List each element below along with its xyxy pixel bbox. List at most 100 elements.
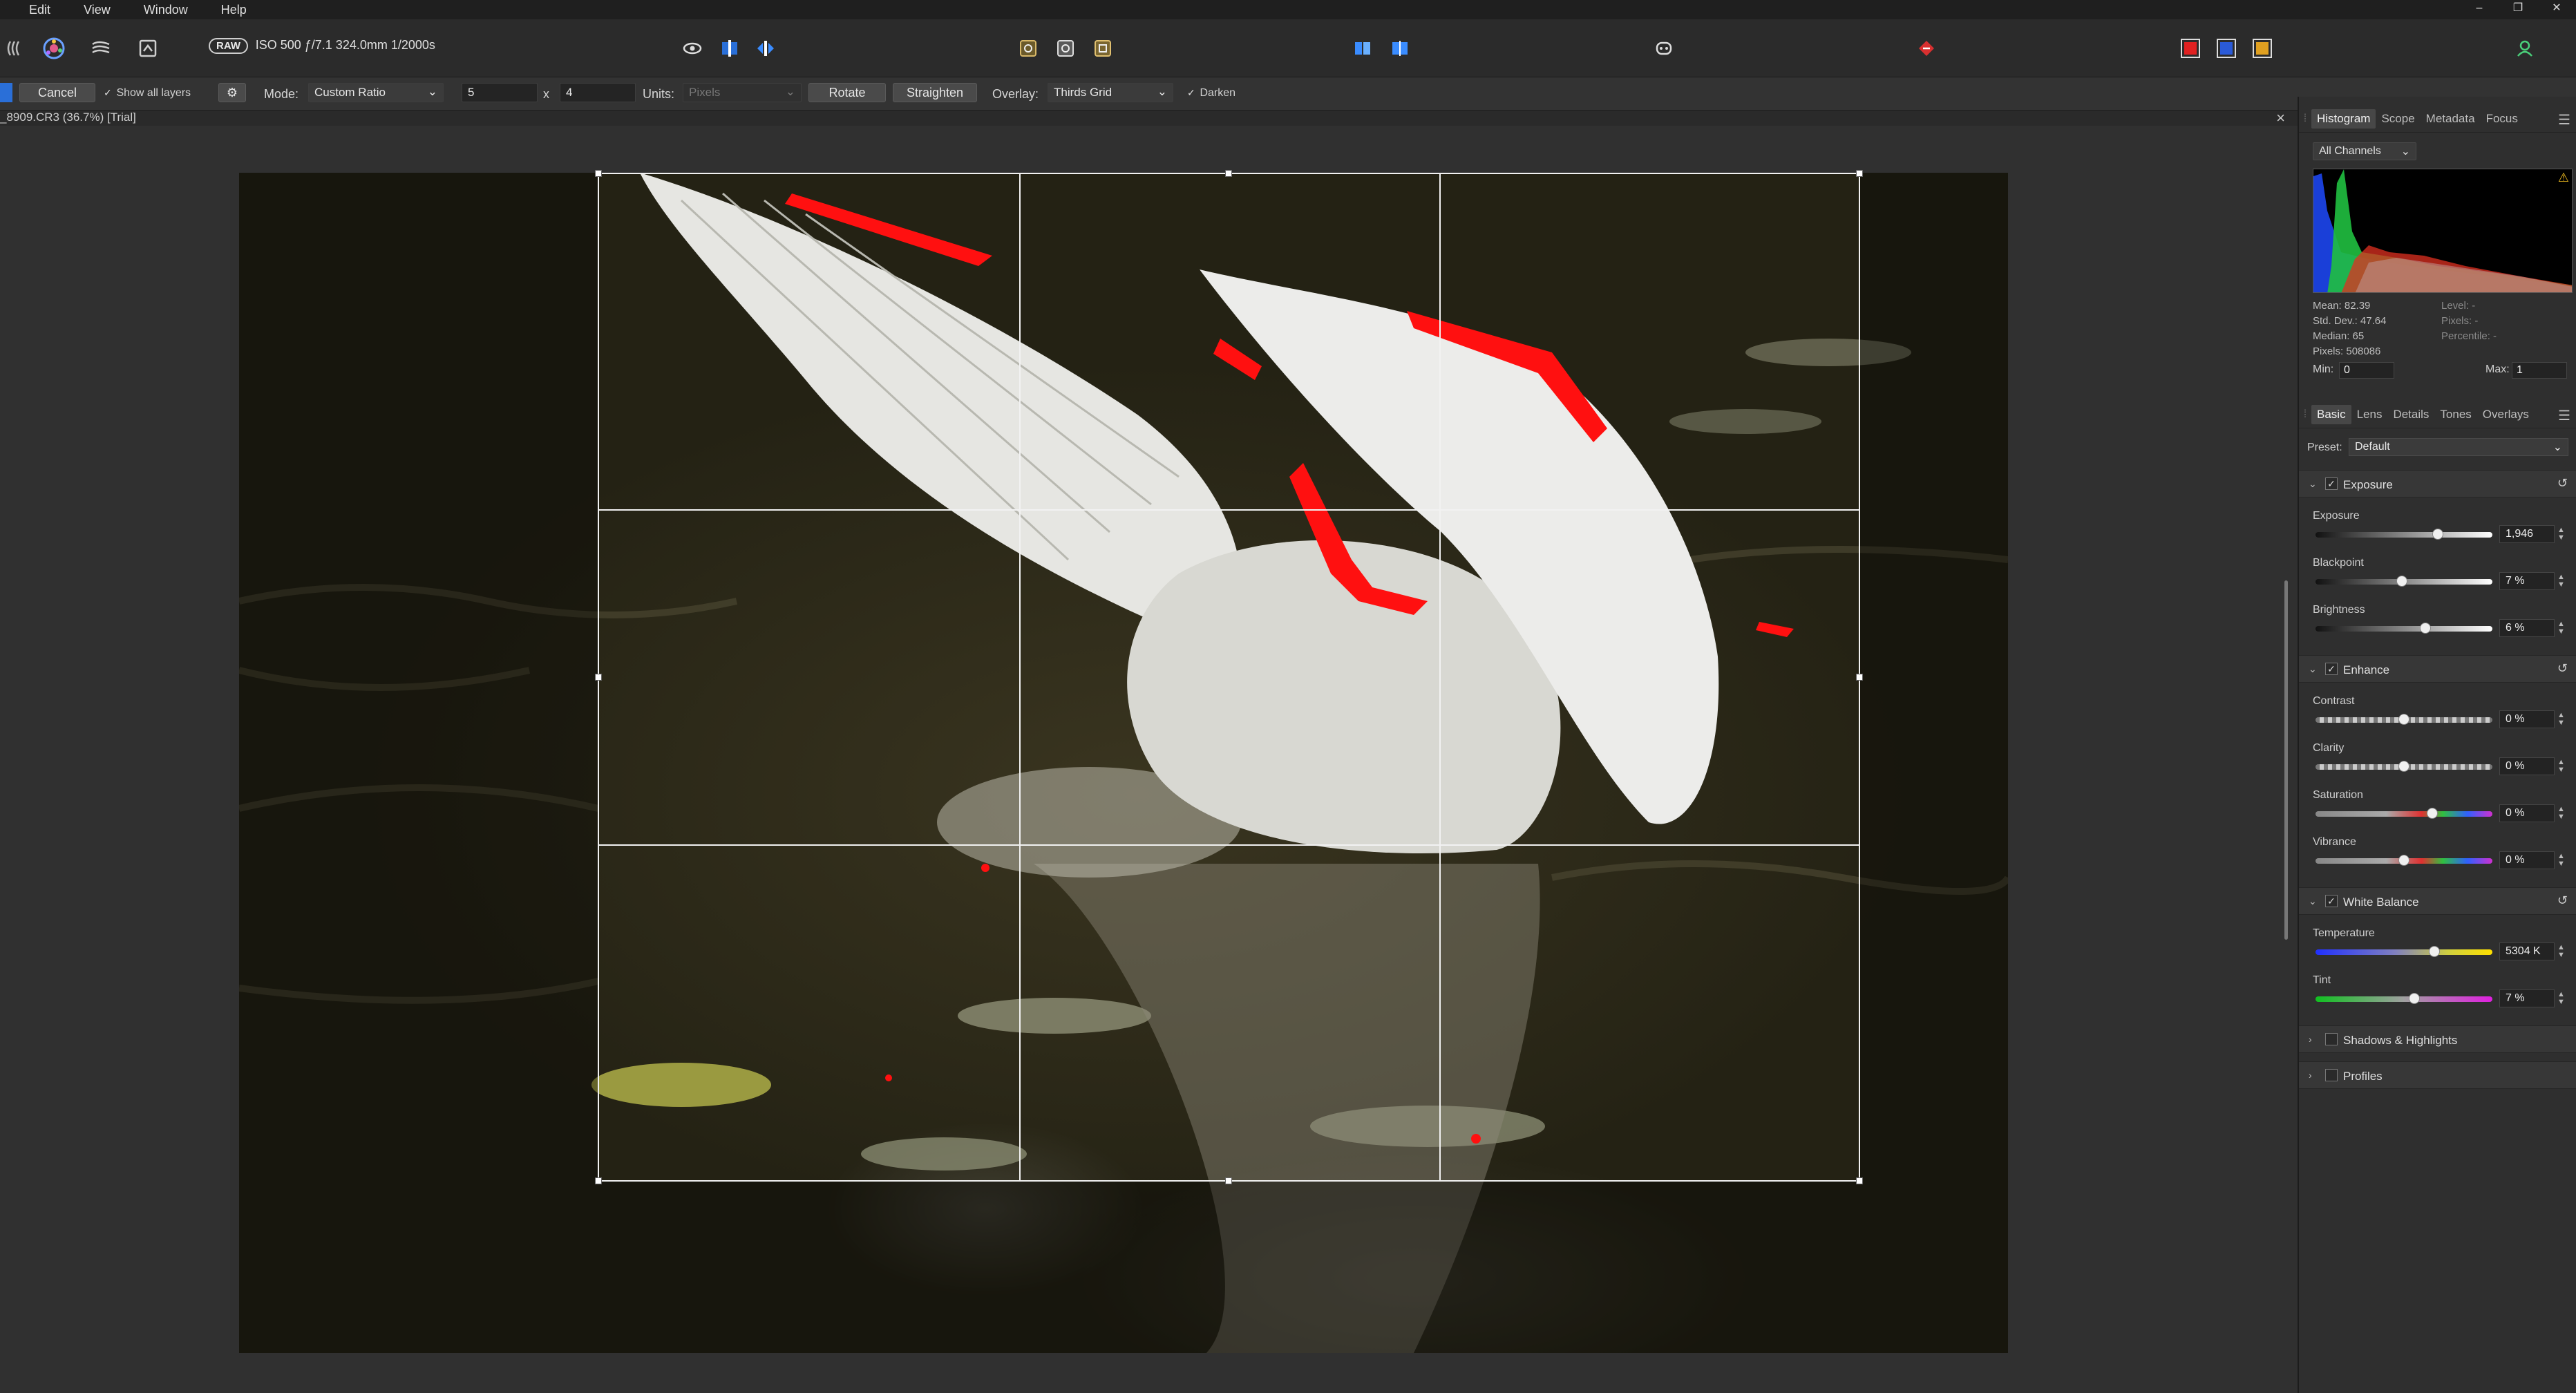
contrast-slider-knob[interactable] [2398,714,2409,725]
contrast-slider[interactable] [2315,714,2492,725]
crop-handle-right[interactable] [1856,674,1863,681]
crop-handle-bottom-left[interactable] [595,1177,602,1184]
menu-window[interactable]: Window [127,3,205,17]
darken-toggle[interactable]: ✓ Darken [1187,87,1235,100]
reset-icon[interactable]: ↺ [2557,476,2568,491]
vibrance-stepper-icon[interactable]: ▲ ▼ [2557,853,2565,868]
section-enhance[interactable]: ⌄ ✓ Enhance ↺ [2299,655,2576,683]
show-all-layers-toggle[interactable]: ✓ Show all layers [104,87,191,100]
before-after-icon[interactable] [1347,33,1378,64]
saturation-slider-knob[interactable] [2426,808,2438,819]
overlay-select[interactable]: Thirds Grid ⌄ [1048,83,1173,102]
clarity-stepper-icon[interactable]: ▲ ▼ [2557,759,2565,774]
section-enable-checkbox[interactable]: ✓ [2325,895,2338,907]
saturation-stepper-icon[interactable]: ▲ ▼ [2557,806,2565,821]
section-white-balance[interactable]: ⌄ ✓ White Balance ↺ [2299,887,2576,915]
crop-handle-left[interactable] [595,674,602,681]
clip-tones-icon[interactable] [2247,33,2277,64]
clarity-slider[interactable] [2315,761,2492,772]
brightness-value-field[interactable]: 6 % [2499,619,2555,637]
settings-gear-button[interactable]: ⚙ [218,83,246,102]
export-persona-icon[interactable] [133,33,163,64]
temperature-stepper-icon[interactable]: ▲ ▼ [2557,944,2565,959]
blackpoint-slider-knob[interactable] [2396,576,2408,587]
contrast-value-field[interactable]: 0 % [2499,710,2555,728]
temperature-slider[interactable] [2315,946,2492,957]
ratio-height-field[interactable]: 4 [560,83,636,102]
close-window-icon[interactable]: ✕ [2537,0,2576,19]
preset-select[interactable]: Default ⌄ [2349,438,2568,456]
tab-tones[interactable]: Tones [2434,405,2476,424]
section-exposure[interactable]: ⌄ ✓ Exposure ↺ [2299,470,2576,498]
chevron-right-icon[interactable]: › [2309,1034,2312,1045]
crop-tool-icon[interactable] [1013,33,1043,64]
close-document-icon[interactable]: × [2276,109,2285,127]
exposure-stepper-icon[interactable]: ▲ ▼ [2557,527,2565,542]
redeye-tool-icon[interactable] [1088,33,1118,64]
crop-rectangle[interactable] [595,170,1863,1184]
section-enable-checkbox[interactable]: ✓ [2325,477,2338,490]
exposure-value-field[interactable]: 1,946 [2499,525,2555,543]
persona-icon[interactable] [0,33,30,64]
panel-menu-icon[interactable]: ☰ [2558,407,2570,424]
develop-persona-icon[interactable] [39,33,69,64]
saturation-slider[interactable] [2315,808,2492,819]
tab-metadata[interactable]: Metadata [2421,109,2481,129]
vibrance-slider[interactable] [2315,855,2492,866]
tab-histogram[interactable]: Histogram [2311,108,2376,129]
exposure-slider-knob[interactable] [2432,529,2443,540]
apply-button[interactable] [0,83,12,102]
rotate-button[interactable]: Rotate [808,83,886,102]
mode-select[interactable]: Custom Ratio ⌄ [308,83,444,102]
contrast-stepper-icon[interactable]: ▲ ▼ [2557,712,2565,727]
section-enable-checkbox[interactable] [2325,1033,2338,1045]
chevron-down-icon[interactable]: ⌄ [2309,896,2317,907]
crop-handle-top[interactable] [1225,170,1232,177]
tone-mapping-icon[interactable] [86,33,116,64]
tint-slider[interactable] [2315,993,2492,1004]
crop-handle-bottom[interactable] [1225,1177,1232,1184]
tint-stepper-icon[interactable]: ▲ ▼ [2557,991,2565,1006]
clarity-value-field[interactable]: 0 % [2499,757,2555,775]
ratio-width-field[interactable]: 5 [462,83,538,102]
tint-value-field[interactable]: 7 % [2499,989,2555,1007]
min-field[interactable]: 0 [2339,362,2394,379]
tab-details[interactable]: Details [2387,405,2434,424]
chevron-down-icon[interactable]: ⌄ [2309,478,2317,490]
temperature-slider-knob[interactable] [2428,946,2440,957]
view-mode-icon[interactable] [677,33,708,64]
tab-overlays[interactable]: Overlays [2477,405,2535,424]
split-view-icon[interactable] [714,33,745,64]
canvas[interactable] [0,126,2298,1393]
vibrance-slider-knob[interactable] [2398,855,2409,866]
panel-menu-icon[interactable]: ☰ [2558,111,2570,129]
restore-icon[interactable]: ❐ [2499,0,2537,19]
grip-icon[interactable]: ⁞ [2299,113,2311,125]
temperature-value-field[interactable]: 5304 K [2499,942,2555,960]
compare-icon[interactable] [1385,33,1415,64]
document-tab[interactable]: _8909.CR3 (36.7%) [Trial] × [0,109,2298,127]
vibrance-value-field[interactable]: 0 % [2499,851,2555,869]
assistant-icon[interactable] [1649,33,1679,64]
clipping-warning-icon[interactable] [1911,33,1942,64]
section-enable-checkbox[interactable] [2325,1069,2338,1081]
menu-edit[interactable]: Edit [0,3,67,17]
crop-handle-top-left[interactable] [595,170,602,177]
minimize-icon[interactable]: – [2460,0,2499,19]
mirror-view-icon[interactable] [750,33,781,64]
canvas-scrollbar[interactable] [2282,138,2291,1382]
section-enable-checkbox[interactable]: ✓ [2325,663,2338,675]
reset-icon[interactable]: ↺ [2557,893,2568,908]
saturation-value-field[interactable]: 0 % [2499,804,2555,822]
clarity-slider-knob[interactable] [2398,761,2409,772]
menu-view[interactable]: View [67,3,127,17]
tint-slider-knob[interactable] [2409,993,2421,1004]
blackpoint-slider[interactable] [2315,576,2492,587]
straighten-button[interactable]: Straighten [893,83,977,102]
crop-handle-top-right[interactable] [1856,170,1863,177]
brightness-slider[interactable] [2315,623,2492,634]
overlay-tool-icon[interactable] [1050,33,1081,64]
tab-basic[interactable]: Basic [2311,404,2351,424]
grip-icon[interactable]: ⁞ [2299,408,2311,421]
blackpoint-value-field[interactable]: 7 % [2499,572,2555,590]
